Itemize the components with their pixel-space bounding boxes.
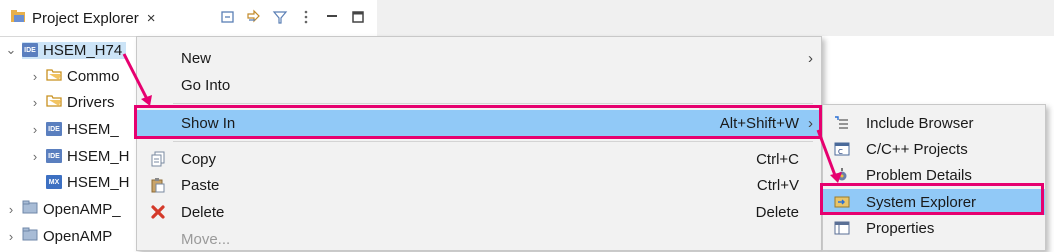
menu-item-accelerator: Delete xyxy=(755,203,799,221)
project-explorer-icon xyxy=(10,8,26,28)
tree-item-label: HSEM_H xyxy=(67,173,130,191)
chevron-right-icon[interactable]: › xyxy=(28,69,42,84)
menu-separator xyxy=(173,103,813,104)
include-browser-icon xyxy=(833,114,851,132)
project-explorer-tabbar: Project Explorer × xyxy=(0,0,376,37)
tree-item-drivers[interactable]: › Drivers xyxy=(28,89,115,115)
annotation-box-system-explorer xyxy=(820,183,1044,215)
menu-item-accelerator: Ctrl+C xyxy=(756,150,799,168)
tree-item-openamp-2[interactable]: › OpenAMP xyxy=(4,223,112,249)
tree-item-label: HSEM_H74 xyxy=(43,41,123,59)
menu-item-label: Delete xyxy=(181,203,225,221)
mx-file-icon: MX xyxy=(46,175,62,189)
context-menu: New › Go Into Show In Alt+Shift+W › Copy… xyxy=(136,36,822,251)
menu-item-label: Copy xyxy=(181,150,217,168)
menu-item-new[interactable]: New › xyxy=(137,45,821,71)
view-menu-icon[interactable] xyxy=(293,6,319,28)
svg-text:C: C xyxy=(838,148,843,156)
ide-project-icon: IDE xyxy=(46,149,62,163)
submenu-item-label: C/C++ Projects xyxy=(866,140,968,158)
menu-item-copy[interactable]: Copy Ctrl+C xyxy=(137,146,821,172)
tree-item-label: OpenAMP xyxy=(43,227,113,245)
tree-item-hsem-ioc[interactable]: MX HSEM_H xyxy=(46,169,130,195)
maximize-icon[interactable] xyxy=(345,6,371,28)
chevron-right-icon[interactable]: › xyxy=(28,122,42,137)
chevron-right-icon[interactable]: › xyxy=(28,149,42,164)
tree-item-openamp-1[interactable]: › OpenAMP_ xyxy=(4,196,121,222)
tree-item-commo[interactable]: › Commo xyxy=(28,63,120,89)
delete-icon xyxy=(149,203,167,221)
editor-area-background xyxy=(377,0,1054,36)
menu-item-accelerator: Ctrl+V xyxy=(756,176,799,194)
project-explorer-tab[interactable]: Project Explorer × xyxy=(0,0,186,36)
ide-project-icon: IDE xyxy=(22,43,38,57)
show-in-submenu: Include Browser C C/C++ Projects Problem… xyxy=(822,104,1046,251)
tree-item-label: Commo xyxy=(67,67,120,85)
submenu-item-cpp-projects[interactable]: C C/C++ Projects xyxy=(823,136,1045,162)
tree-item-selection: IDE HSEM_H74 xyxy=(22,41,127,59)
cpp-projects-icon: C xyxy=(833,140,851,158)
chevron-right-icon[interactable]: › xyxy=(28,95,42,110)
filter-icon[interactable] xyxy=(267,6,293,28)
folder-icon xyxy=(46,67,62,85)
link-with-editor-icon[interactable] xyxy=(241,6,267,28)
tree-item-hsem-1[interactable]: › IDE HSEM_ xyxy=(28,116,119,142)
paste-icon xyxy=(149,176,167,194)
submenu-arrow-icon: › xyxy=(808,49,813,67)
chevron-down-icon[interactable]: ⌄ xyxy=(4,42,18,58)
submenu-item-label: Properties xyxy=(866,219,935,237)
menu-item-delete[interactable]: Delete Delete xyxy=(137,199,821,225)
menu-item-label: Go Into xyxy=(181,76,231,94)
tree-item-hsem-h74[interactable]: ⌄ IDE HSEM_H74 xyxy=(4,37,127,63)
tree-item-label: HSEM_H xyxy=(67,147,130,165)
chevron-right-icon[interactable]: › xyxy=(4,229,18,244)
chevron-right-icon[interactable]: › xyxy=(4,202,18,217)
menu-separator xyxy=(173,141,813,142)
menu-item-label: Move... xyxy=(181,230,231,248)
menu-item-label: Paste xyxy=(181,176,220,194)
menu-item-label: New xyxy=(181,49,212,67)
minimize-icon[interactable] xyxy=(319,6,345,28)
close-tab-icon[interactable]: × xyxy=(147,10,156,27)
tree-item-label: OpenAMP_ xyxy=(43,200,121,218)
submenu-item-label: Include Browser xyxy=(866,114,974,132)
ide-project-icon: IDE xyxy=(46,122,62,136)
closed-project-icon xyxy=(22,200,38,218)
project-explorer-title: Project Explorer xyxy=(32,9,139,27)
folder-icon xyxy=(46,93,62,111)
tree-item-hsem-2[interactable]: › IDE HSEM_H xyxy=(28,143,130,169)
closed-project-icon xyxy=(22,227,38,245)
menu-item-move[interactable]: Move... xyxy=(137,226,821,252)
explorer-toolbar xyxy=(215,6,371,28)
submenu-item-include-browser[interactable]: Include Browser xyxy=(823,110,1045,136)
submenu-item-properties[interactable]: Properties xyxy=(823,215,1045,241)
tree-item-label: Drivers xyxy=(67,93,115,111)
collapse-all-icon[interactable] xyxy=(215,6,241,28)
problem-details-icon xyxy=(833,166,851,184)
tree-item-label: HSEM_ xyxy=(67,120,119,138)
menu-item-paste[interactable]: Paste Ctrl+V xyxy=(137,172,821,198)
submenu-item-label: Problem Details xyxy=(866,166,972,184)
annotation-box-show-in xyxy=(134,105,822,139)
menu-item-go-into[interactable]: Go Into xyxy=(137,72,821,98)
properties-icon xyxy=(833,219,851,237)
copy-icon xyxy=(149,150,167,168)
